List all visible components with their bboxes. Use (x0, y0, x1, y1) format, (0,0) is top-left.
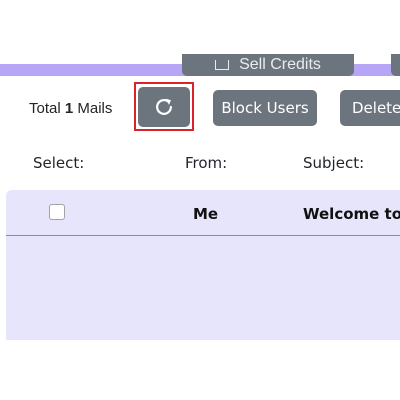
sell-credits-label: Sell Credits (239, 56, 321, 73)
row-subject[interactable]: Welcome to H (303, 205, 400, 223)
mail-table: Me Welcome to H (6, 190, 400, 340)
header-right-button[interactable] (391, 54, 400, 76)
sell-credits-button[interactable]: Sell Credits (182, 54, 354, 76)
from-filter-label: From: (185, 154, 228, 172)
total-count: 1 (64, 100, 74, 117)
subject-filter-label: Subject: (303, 154, 365, 172)
refresh-highlight-box (134, 82, 194, 131)
table-row[interactable]: Me Welcome to H (6, 190, 400, 236)
block-users-button[interactable]: Block Users (213, 90, 317, 126)
select-filter-label: Select: (33, 154, 85, 172)
total-mails-text: Total 1 Mails (29, 100, 112, 117)
row-select-checkbox[interactable] (49, 204, 65, 220)
cart-icon (215, 60, 230, 70)
delete-button[interactable]: Delete (340, 90, 400, 126)
total-suffix: Mails (77, 100, 113, 117)
total-prefix: Total (29, 100, 61, 117)
row-from: Me (193, 205, 219, 223)
